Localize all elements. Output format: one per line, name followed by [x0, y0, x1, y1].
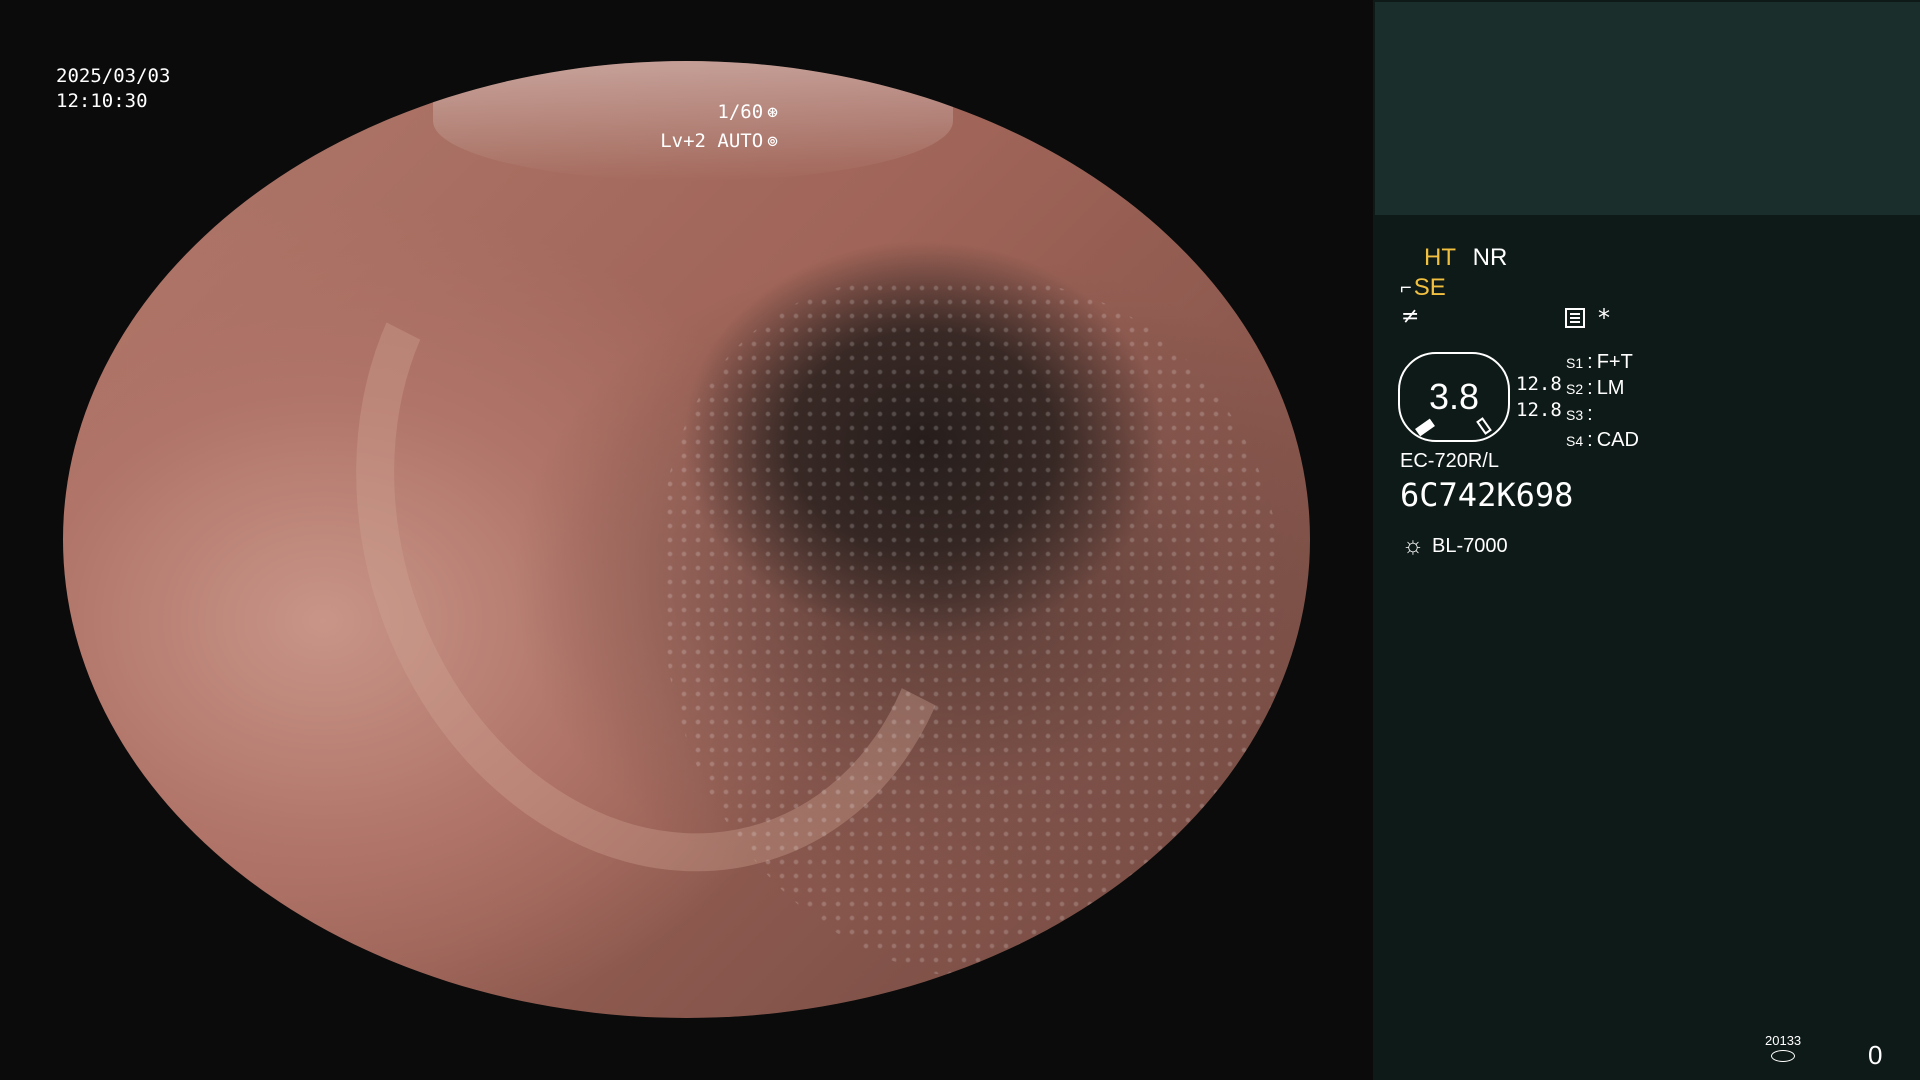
shutter-text: 1/60 — [717, 101, 764, 123]
switch-key: S4 — [1566, 433, 1584, 449]
gauge-readout-2: 12.8 — [1516, 399, 1562, 421]
se-indicator: SE — [1413, 274, 1446, 301]
level-text: Lv+2 AUTO — [660, 130, 764, 152]
scope-angle-icon: ⌐ — [1400, 276, 1412, 299]
endoscope-view: 2025/03/03 12:10:30 1/60 ⊛ Lv+2 AUTO ⊚ — [0, 0, 1373, 1080]
gauge-marker-right — [1476, 417, 1492, 435]
scope-switches: S1: F+T S2: LM S3: S4: CAD — [1566, 350, 1639, 454]
time-text: 12:10:30 — [56, 90, 148, 112]
light-source-label: BL-7000 — [1432, 534, 1508, 557]
nr-indicator: NR — [1472, 244, 1508, 271]
switch-value: CAD — [1596, 429, 1639, 451]
mode-indicators: HT NR — [1424, 244, 1507, 272]
switch-key: S3 — [1566, 407, 1584, 423]
scope-serial: 6C742K698 — [1400, 476, 1574, 514]
switch-s4: S4: CAD — [1566, 428, 1639, 454]
counter-value: 20133 — [1765, 1033, 1802, 1048]
switch-key: S2 — [1566, 381, 1584, 397]
date-text: 2025/03/03 — [56, 65, 171, 87]
gauge-readout-1: 12.8 — [1516, 373, 1562, 395]
light-source: ☼ BL-7000 — [1402, 532, 1508, 560]
star-indicator: * — [1598, 304, 1610, 332]
gauge-marker-left — [1415, 418, 1435, 437]
zoom-gauge: 3.8 — [1398, 352, 1510, 442]
thumbnail-area — [1375, 2, 1920, 215]
switch-s1: S1: F+T — [1566, 350, 1639, 376]
storage-counter: 20133 — [1765, 1033, 1801, 1062]
switch-key: S1 — [1566, 355, 1584, 371]
bubble-foam — [663, 281, 1283, 981]
datetime: 2025/03/03 12:10:30 — [56, 64, 170, 114]
endoscopic-image — [63, 61, 1310, 1018]
filter-icon: ≠ — [1401, 304, 1420, 329]
switch-value: LM — [1596, 377, 1625, 399]
menu-icon — [1565, 308, 1585, 328]
switch-s3: S3: — [1566, 402, 1639, 428]
frame-count: 0 — [1868, 1040, 1883, 1070]
camera-settings: 1/60 ⊛ Lv+2 AUTO ⊚ — [660, 98, 778, 156]
iris-icon: ⊚ — [767, 131, 778, 152]
switch-value: F+T — [1596, 351, 1633, 373]
sun-icon: ☼ — [1402, 532, 1424, 559]
scope-model: EC-720R/L — [1400, 450, 1499, 472]
shutter-icon: ⊛ — [767, 102, 778, 123]
ht-indicator: HT — [1424, 244, 1456, 271]
disk-icon — [1771, 1050, 1796, 1062]
switch-s2: S2: LM — [1566, 376, 1639, 402]
se-indicator-row: ⌐ SE — [1400, 274, 1446, 302]
gauge-value: 3.8 — [1428, 376, 1480, 417]
